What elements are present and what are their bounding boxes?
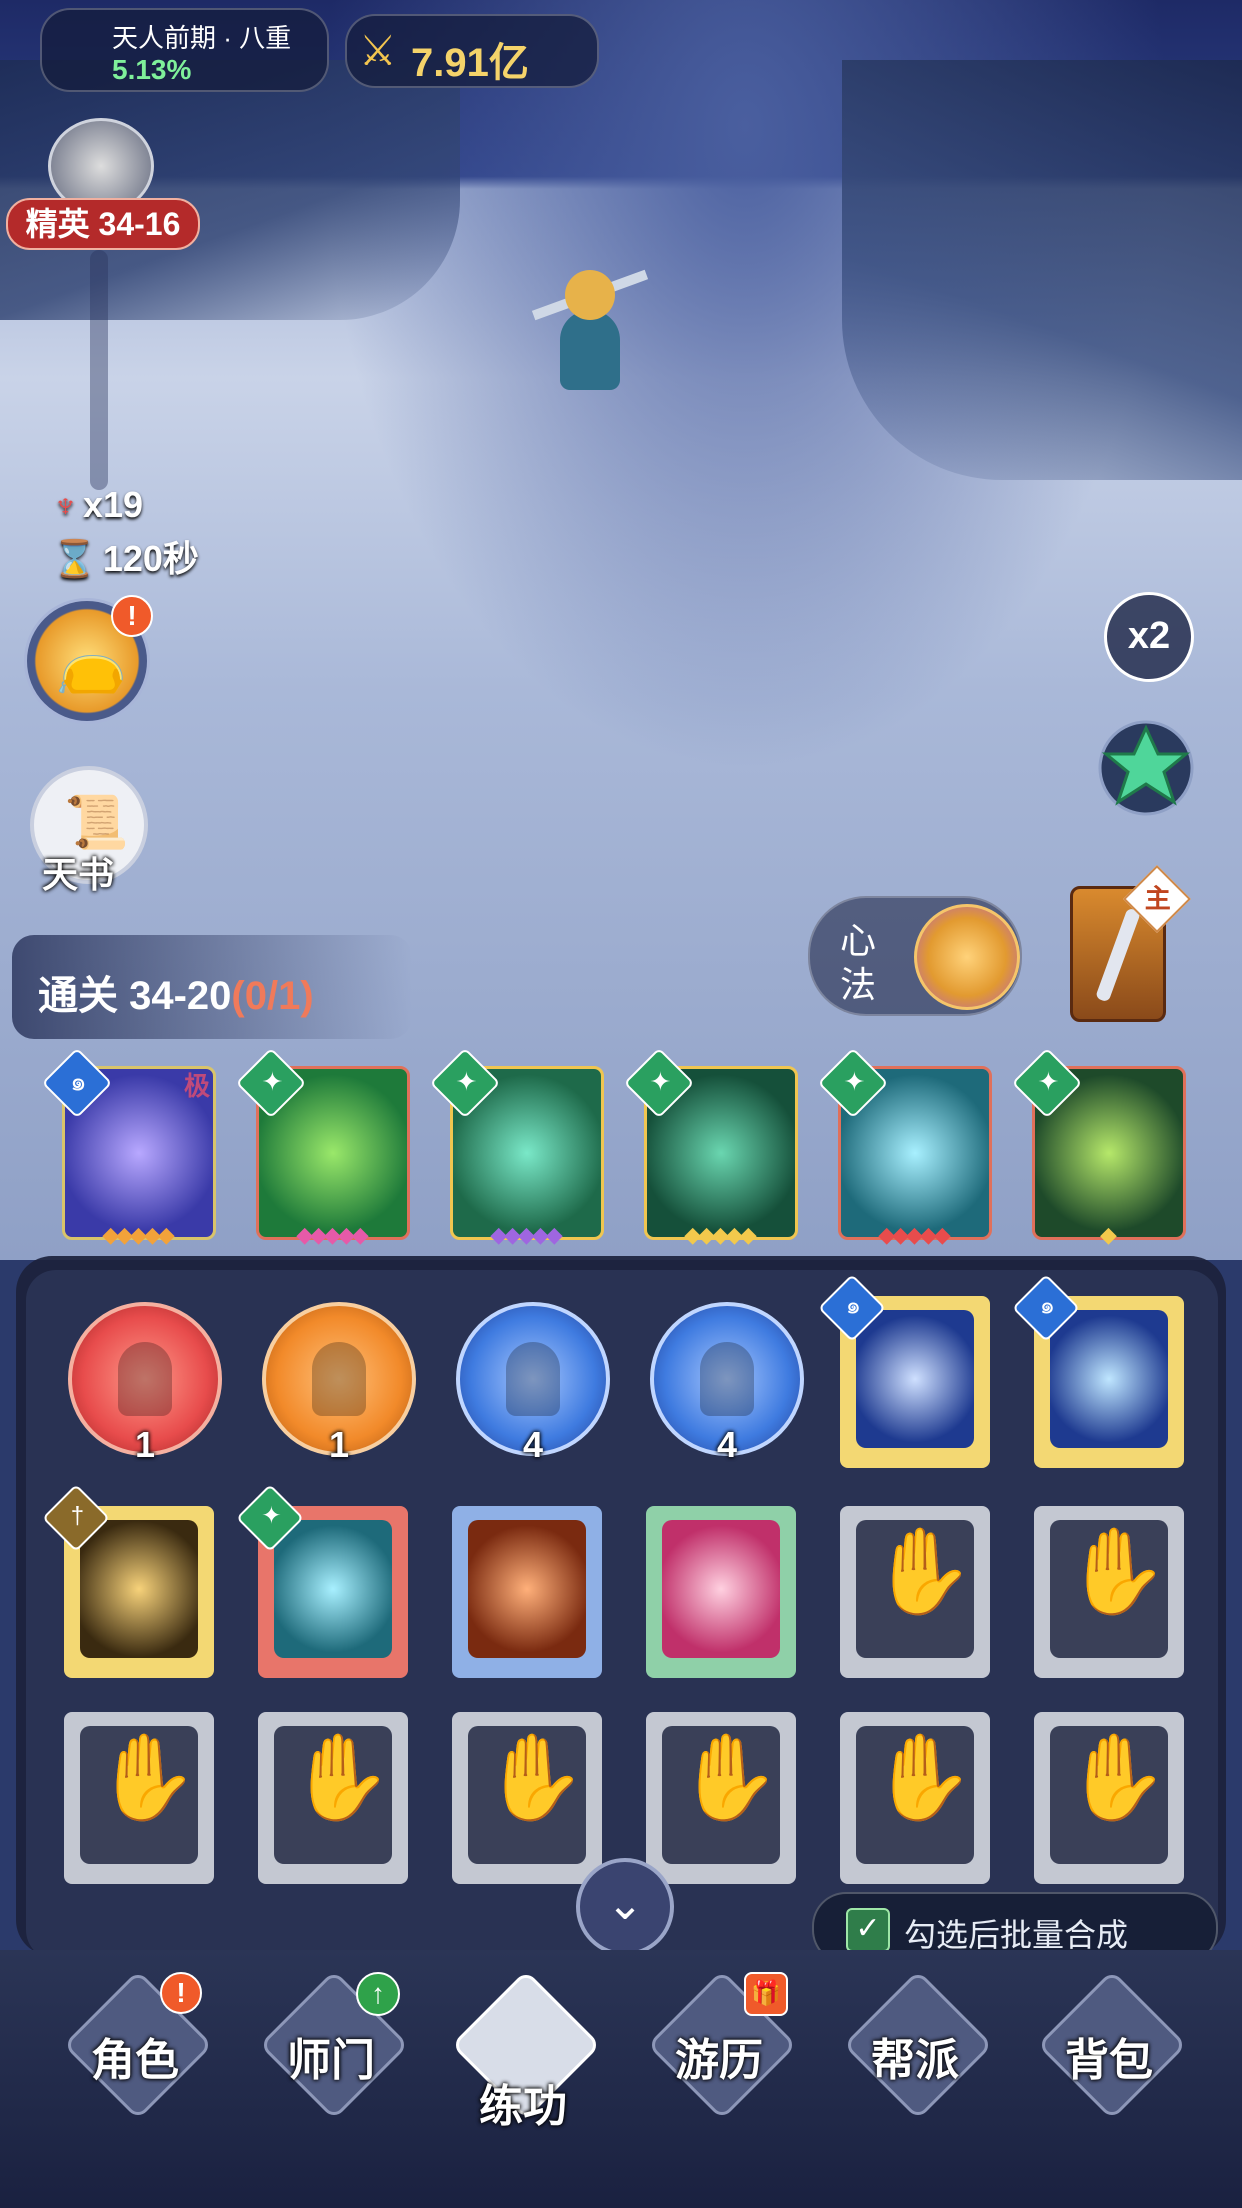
orb-count: 1 (328, 1424, 350, 1465)
star-rating: ◆◆◆◆◆ (878, 1222, 951, 1247)
blade-icon (1095, 907, 1141, 1003)
skill-book-palm[interactable]: ✋ (642, 1712, 802, 1892)
skill-book-taiji[interactable]: ๑ (818, 1274, 996, 1476)
skill-book-palm[interactable]: ✋ (836, 1506, 996, 1686)
nav-label: 游历 (675, 2036, 763, 2085)
xinfa-button[interactable]: 心 法 (808, 896, 1022, 1016)
nav-label: 背包 (1065, 2036, 1153, 2085)
equipped-skill-5[interactable]: ✦ ◆◆◆◆◆ (817, 1047, 992, 1251)
tianshu-label: 天书 (42, 854, 115, 895)
palm-icon: ✋ (870, 1730, 975, 1824)
realm-name: 天人前期 · 八重 (112, 23, 292, 53)
palm-icon: ✋ (676, 1730, 781, 1824)
palm-icon: ✋ (482, 1730, 587, 1824)
clear-count: (0/1) (231, 974, 314, 1018)
orb-count: 1 (134, 1424, 156, 1465)
realm-progress: 5.13% (112, 54, 192, 85)
skill-book-fire-slash[interactable] (448, 1506, 608, 1686)
star-rating: ◆◆◆◆◆ (296, 1222, 369, 1247)
main-weapon-slot[interactable]: 主 (1070, 865, 1191, 1022)
orb-item-orange[interactable]: 1 (254, 1302, 416, 1482)
player-character (530, 250, 650, 430)
alert-badge: ! (160, 1972, 202, 2014)
equipped-skill-2[interactable]: ✦ ◆◆◆◆◆ (235, 1047, 410, 1251)
orb-count: 4 (522, 1424, 544, 1465)
chevron-down-icon: ⌄ (606, 1880, 644, 1929)
nav-tab-character[interactable]: 角色 ! (50, 1970, 220, 2172)
alert-badge: ! (111, 595, 153, 637)
palm-icon: ✋ (1064, 1730, 1169, 1824)
skill-book-palm[interactable]: ✋ (836, 1712, 996, 1892)
skill-book-palm[interactable]: ✋ (1030, 1712, 1190, 1892)
skill-book-pink-swirl[interactable] (642, 1506, 802, 1686)
mountain-right (842, 60, 1242, 480)
combat-power[interactable]: ⚔ 7.91亿 (345, 14, 599, 88)
nav-tab-travel[interactable]: 游历 🎁 (634, 1970, 804, 2172)
equipped-skill-1[interactable]: ๑ 极 ◆◆◆◆◆ (41, 1047, 216, 1251)
clear-label: 通关 34-20 (38, 974, 232, 1018)
nav-label: 练功 (479, 2082, 567, 2131)
upgrade-arrow-icon: ↑ (356, 1972, 400, 2016)
skill-book-palm[interactable]: ✋ (448, 1712, 608, 1892)
enemy-counter: ♆ x19 (52, 484, 144, 525)
skill-book-blue-flame[interactable]: ๑ (1012, 1274, 1190, 1476)
nav-label: 角色 (91, 2036, 179, 2085)
scroll-icon: 📜 (64, 794, 129, 852)
nav-tab-sect[interactable]: 师门 ↑ (246, 1970, 416, 2172)
bag-icon: 👝 (55, 630, 128, 695)
bottom-nav: 角色 ! 师门 ↑ 练功 游历 🎁 帮派 背包 (0, 1950, 1242, 2208)
checkbox-icon[interactable]: ✓ (846, 1908, 890, 1952)
gift-icon: 🎁 (744, 1972, 788, 2016)
hourglass-icon: ⌛ (52, 538, 97, 579)
timer: ⌛ 120秒 (52, 538, 199, 579)
orb-count: 4 (716, 1424, 738, 1465)
realm-status[interactable]: 天人前期 · 八重 5.13% (40, 8, 329, 92)
star-rating: ◆◆◆◆◆ (102, 1222, 175, 1247)
skill-book-palm[interactable]: ✋ (254, 1712, 414, 1892)
collapse-button[interactable]: ⌄ (576, 1858, 674, 1956)
stage-badge: 精英 34-16 (6, 198, 200, 250)
equipped-skills: ๑ 极 ◆◆◆◆◆ ✦ ◆◆◆◆◆ ✦ ◆◆◆◆◆ ✦ ◆◆◆◆◆ ✦ ◆◆◆◆… (41, 1047, 1186, 1256)
palm-icon: ✋ (94, 1730, 199, 1824)
xinfa-label-bottom: 法 (840, 964, 877, 1005)
palm-icon: ✋ (288, 1730, 393, 1824)
stage-progress-track (90, 250, 108, 490)
loot-bag-button[interactable]: 👝 ! (24, 595, 153, 724)
nav-tab-backpack[interactable]: 背包 (1024, 1970, 1194, 2172)
skill-book-palm[interactable]: ✋ (1030, 1506, 1190, 1686)
hexagram-icon (1098, 720, 1194, 816)
demon-icon: ♆ (52, 484, 79, 525)
star-rating: ◆◆◆◆◆ (490, 1222, 563, 1247)
equipped-skill-4[interactable]: ✦ ◆◆◆◆◆ (623, 1047, 798, 1251)
nav-label: 帮派 (871, 2036, 959, 2085)
grade-badge: 极 (183, 1071, 210, 1101)
speed-button[interactable]: x2 (1104, 592, 1194, 682)
orb-item-red[interactable]: 1 (60, 1302, 222, 1482)
equipped-skill-3[interactable]: ✦ ◆◆◆◆◆ (429, 1047, 604, 1251)
palm-icon: ✋ (1064, 1524, 1169, 1618)
orb-item-blue[interactable]: 4 (448, 1302, 610, 1482)
star-rating: ◆ (1100, 1222, 1117, 1247)
palm-icon: ✋ (870, 1524, 975, 1618)
skill-book-green-burst[interactable]: ✦ (236, 1484, 414, 1686)
nav-label: 师门 (287, 2036, 375, 2085)
equipped-skill-6[interactable]: ✦ ◆ (1011, 1047, 1186, 1251)
power-value: 7.91亿 (411, 41, 529, 85)
crossed-swords-icon: ⚔ (359, 27, 397, 74)
skill-book-palm[interactable]: ✋ (60, 1712, 220, 1892)
nav-tab-training[interactable]: 练功 (438, 1970, 608, 2172)
formation-button[interactable] (1096, 718, 1196, 818)
star-rating: ◆◆◆◆◆ (684, 1222, 757, 1247)
skill-book-gold-sword[interactable]: † (42, 1484, 220, 1686)
orb-item-blue[interactable]: 4 (642, 1302, 804, 1482)
xinfa-orb-icon (914, 904, 1020, 1010)
nav-tab-guild[interactable]: 帮派 (830, 1970, 1000, 2172)
clear-progress: 通关 34-20(0/1) (12, 935, 412, 1039)
